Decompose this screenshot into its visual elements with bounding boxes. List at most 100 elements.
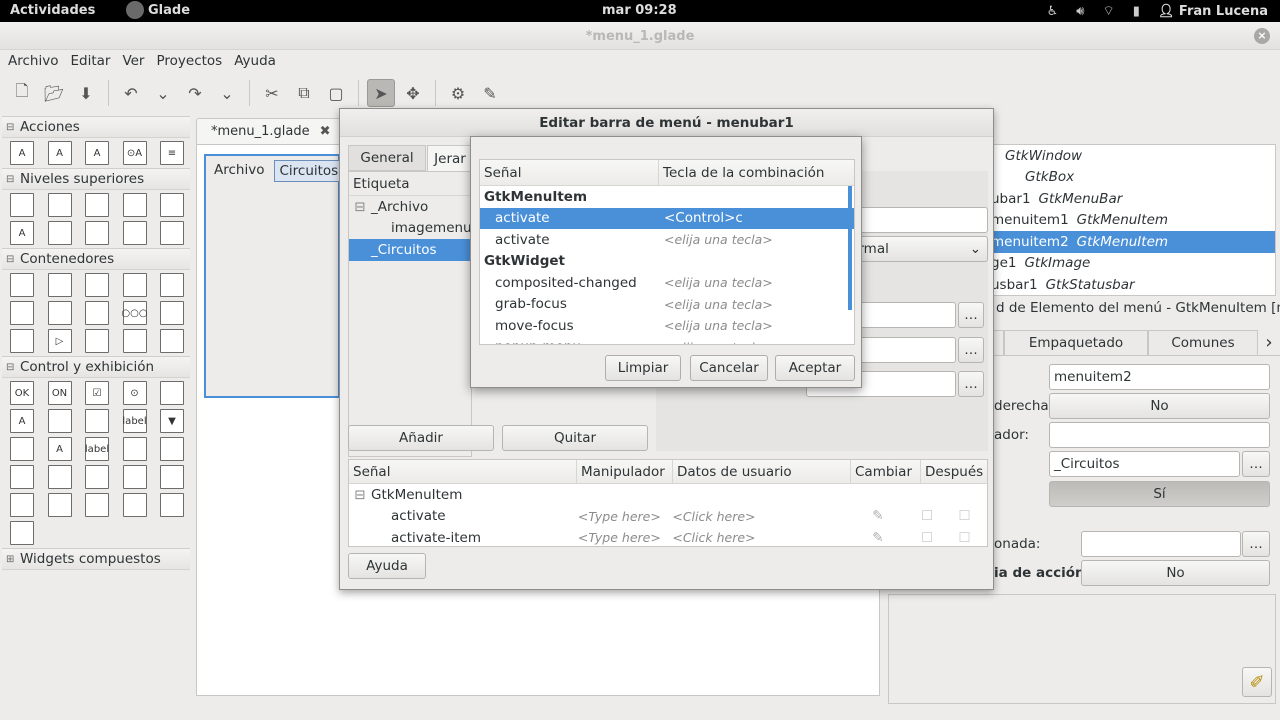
swap-check[interactable]: ✎ bbox=[843, 530, 912, 546]
expand-icon[interactable] bbox=[85, 329, 109, 353]
progress-icon[interactable] bbox=[85, 465, 109, 489]
accel-key[interactable]: <elija una tecla> bbox=[660, 275, 854, 290]
name-field[interactable]: menuitem2 bbox=[1049, 364, 1270, 390]
menu-ayuda[interactable]: Ayuda bbox=[228, 50, 282, 74]
radio-label-icon[interactable]: ⊙A bbox=[122, 141, 147, 165]
paste-icon[interactable]: ▢ bbox=[322, 79, 350, 107]
close-window-button[interactable]: × bbox=[1254, 28, 1270, 44]
combo-icon[interactable]: A bbox=[10, 409, 34, 433]
radio-icon[interactable]: ⊙ bbox=[122, 381, 147, 405]
widget-tree-row[interactable]: usbar1 GtkStatusbar bbox=[991, 274, 1275, 296]
cancel-button[interactable]: Cancelar bbox=[690, 355, 768, 381]
signal-row[interactable]: activate-item <Type here> <Click here> ✎… bbox=[349, 527, 987, 549]
widget-tree-row[interactable]: menuitem1 GtkMenuItem bbox=[991, 210, 1275, 232]
entry-icon[interactable] bbox=[122, 437, 147, 461]
user-menu[interactable]: 👤︎ Fran Lucena bbox=[1158, 4, 1268, 19]
select-pointer-icon[interactable]: ➤ bbox=[367, 79, 395, 107]
wifi-icon[interactable]: ⌔ bbox=[1102, 3, 1114, 19]
label-icon[interactable] bbox=[47, 409, 72, 433]
action-icon[interactable]: A bbox=[10, 141, 34, 165]
drag-resize-icon[interactable]: ✥ bbox=[399, 79, 427, 107]
battery-icon[interactable]: ▮ bbox=[1133, 4, 1140, 19]
collapse-icon[interactable]: ⊟ bbox=[349, 199, 371, 215]
palette-section-header[interactable]: ⊞ Widgets compuestos bbox=[2, 548, 190, 570]
menu-archivo[interactable]: Archivo bbox=[2, 50, 64, 74]
tree-item-circuitos[interactable]: _Circuitos bbox=[349, 239, 471, 261]
spin-icon[interactable]: ▼ bbox=[160, 409, 184, 433]
collapse-icon[interactable]: ⊟ bbox=[349, 487, 371, 503]
widget-tree-row[interactable]: GtkBox bbox=[991, 167, 1275, 189]
grid-icon[interactable] bbox=[10, 493, 34, 517]
move-icon[interactable] bbox=[160, 329, 184, 353]
accel-row[interactable]: move-focus <elija una tecla> bbox=[480, 315, 854, 337]
volume-icon[interactable] bbox=[160, 437, 184, 461]
slider-icon[interactable] bbox=[10, 465, 34, 489]
scrollbar[interactable] bbox=[848, 186, 852, 310]
chevron-right-icon[interactable]: › bbox=[1258, 330, 1280, 355]
window-icon[interactable] bbox=[122, 221, 147, 245]
app-menu[interactable]: Glade bbox=[126, 1, 190, 19]
button-box-icon[interactable] bbox=[10, 301, 34, 325]
menu-ver[interactable]: Ver bbox=[116, 50, 150, 74]
tab-jerarquia[interactable]: Jerar bbox=[427, 145, 473, 171]
fixed-icon[interactable] bbox=[160, 273, 184, 297]
widget-tree-row[interactable]: ge1 GtkImage bbox=[991, 253, 1275, 275]
signal-group-row[interactable]: ⊟ GtkMenuItem bbox=[349, 484, 987, 506]
tab-empaquetado[interactable]: Empaquetado bbox=[1004, 330, 1148, 355]
help-button[interactable]: Ayuda bbox=[348, 553, 426, 579]
volume-icon[interactable]: 🔊︎ bbox=[1076, 4, 1084, 19]
spinner-icon[interactable] bbox=[122, 465, 147, 489]
grid-icon[interactable] bbox=[122, 329, 147, 353]
clock[interactable]: mar 09:28 bbox=[602, 3, 677, 18]
clear-icon[interactable]: ✐ bbox=[1242, 667, 1272, 697]
document-tab[interactable]: *menu_1.glade ✖ bbox=[196, 118, 344, 144]
window-icon[interactable] bbox=[85, 221, 109, 245]
accel-row[interactable]: composited-changed <elija una tecla> bbox=[480, 272, 854, 294]
palette-section-header[interactable]: ⊟ Niveles superiores bbox=[2, 168, 190, 190]
label-icon[interactable]: A bbox=[47, 141, 72, 165]
right-justify-toggle[interactable]: No bbox=[1049, 393, 1270, 419]
tree-item-imagemenuitem[interactable]: imagemenui bbox=[349, 218, 475, 240]
preferences-icon[interactable]: ⚙ bbox=[444, 79, 472, 107]
accept-button[interactable]: Aceptar bbox=[775, 355, 855, 381]
collapse-icon[interactable]: ⊟ bbox=[6, 174, 16, 185]
check-icon[interactable]: ☑ bbox=[85, 381, 109, 405]
list-icon[interactable] bbox=[160, 221, 184, 245]
line-icon[interactable] bbox=[85, 493, 109, 517]
accel-key[interactable]: <elija una tecla> bbox=[660, 297, 854, 312]
col-manipulador[interactable]: Manipulador bbox=[577, 460, 673, 483]
swap-check[interactable]: ✎ bbox=[843, 508, 912, 524]
extra-ellipsis-button[interactable]: … bbox=[958, 371, 984, 397]
refresh-icon[interactable] bbox=[10, 329, 34, 353]
new-icon[interactable]: 🗋 bbox=[8, 79, 36, 107]
remove-button[interactable]: Quitar bbox=[502, 425, 648, 451]
label-ellipsis-button[interactable]: … bbox=[1242, 451, 1270, 477]
expand-icon[interactable] bbox=[160, 301, 184, 325]
label-icon[interactable]: A bbox=[47, 437, 72, 461]
stock-ellipsis-button[interactable]: … bbox=[958, 302, 984, 328]
signal-row[interactable]: activate <Type here> <Click here> ✎ ☐ ☐ bbox=[349, 506, 987, 528]
entry-icon[interactable] bbox=[10, 437, 34, 461]
ok-button-icon[interactable]: OK bbox=[10, 381, 34, 405]
list-icon[interactable] bbox=[47, 493, 72, 517]
window-icon[interactable] bbox=[10, 193, 34, 217]
label-field[interactable]: _Circuitos bbox=[1049, 451, 1240, 477]
image-icon[interactable] bbox=[160, 193, 184, 217]
accel-group-row[interactable]: GtkWidget bbox=[480, 251, 854, 273]
add-button[interactable]: Añadir bbox=[348, 425, 494, 451]
edit-icon[interactable]: ✎ bbox=[476, 79, 504, 107]
cut-icon[interactable]: ✂ bbox=[258, 79, 286, 107]
col-senal[interactable]: Señal bbox=[480, 160, 660, 185]
widget-tree-row[interactable]: ubar1 GtkMenuBar bbox=[991, 188, 1275, 210]
palette-section-header[interactable]: ⊟ Acciones bbox=[2, 116, 190, 138]
image-icon[interactable] bbox=[10, 521, 34, 545]
notebook-icon[interactable] bbox=[85, 273, 109, 297]
text-icon[interactable] bbox=[160, 493, 184, 517]
col-despues[interactable]: Después bbox=[921, 460, 987, 483]
slider-icon[interactable] bbox=[47, 465, 72, 489]
collapse-icon[interactable]: ⊟ bbox=[6, 122, 16, 133]
redo-icon[interactable]: ↷ bbox=[181, 79, 209, 107]
user-data-cell[interactable]: <Click here> bbox=[668, 530, 843, 545]
grid-icon[interactable] bbox=[122, 493, 147, 517]
arrow-icon[interactable]: ▷ bbox=[47, 329, 72, 353]
